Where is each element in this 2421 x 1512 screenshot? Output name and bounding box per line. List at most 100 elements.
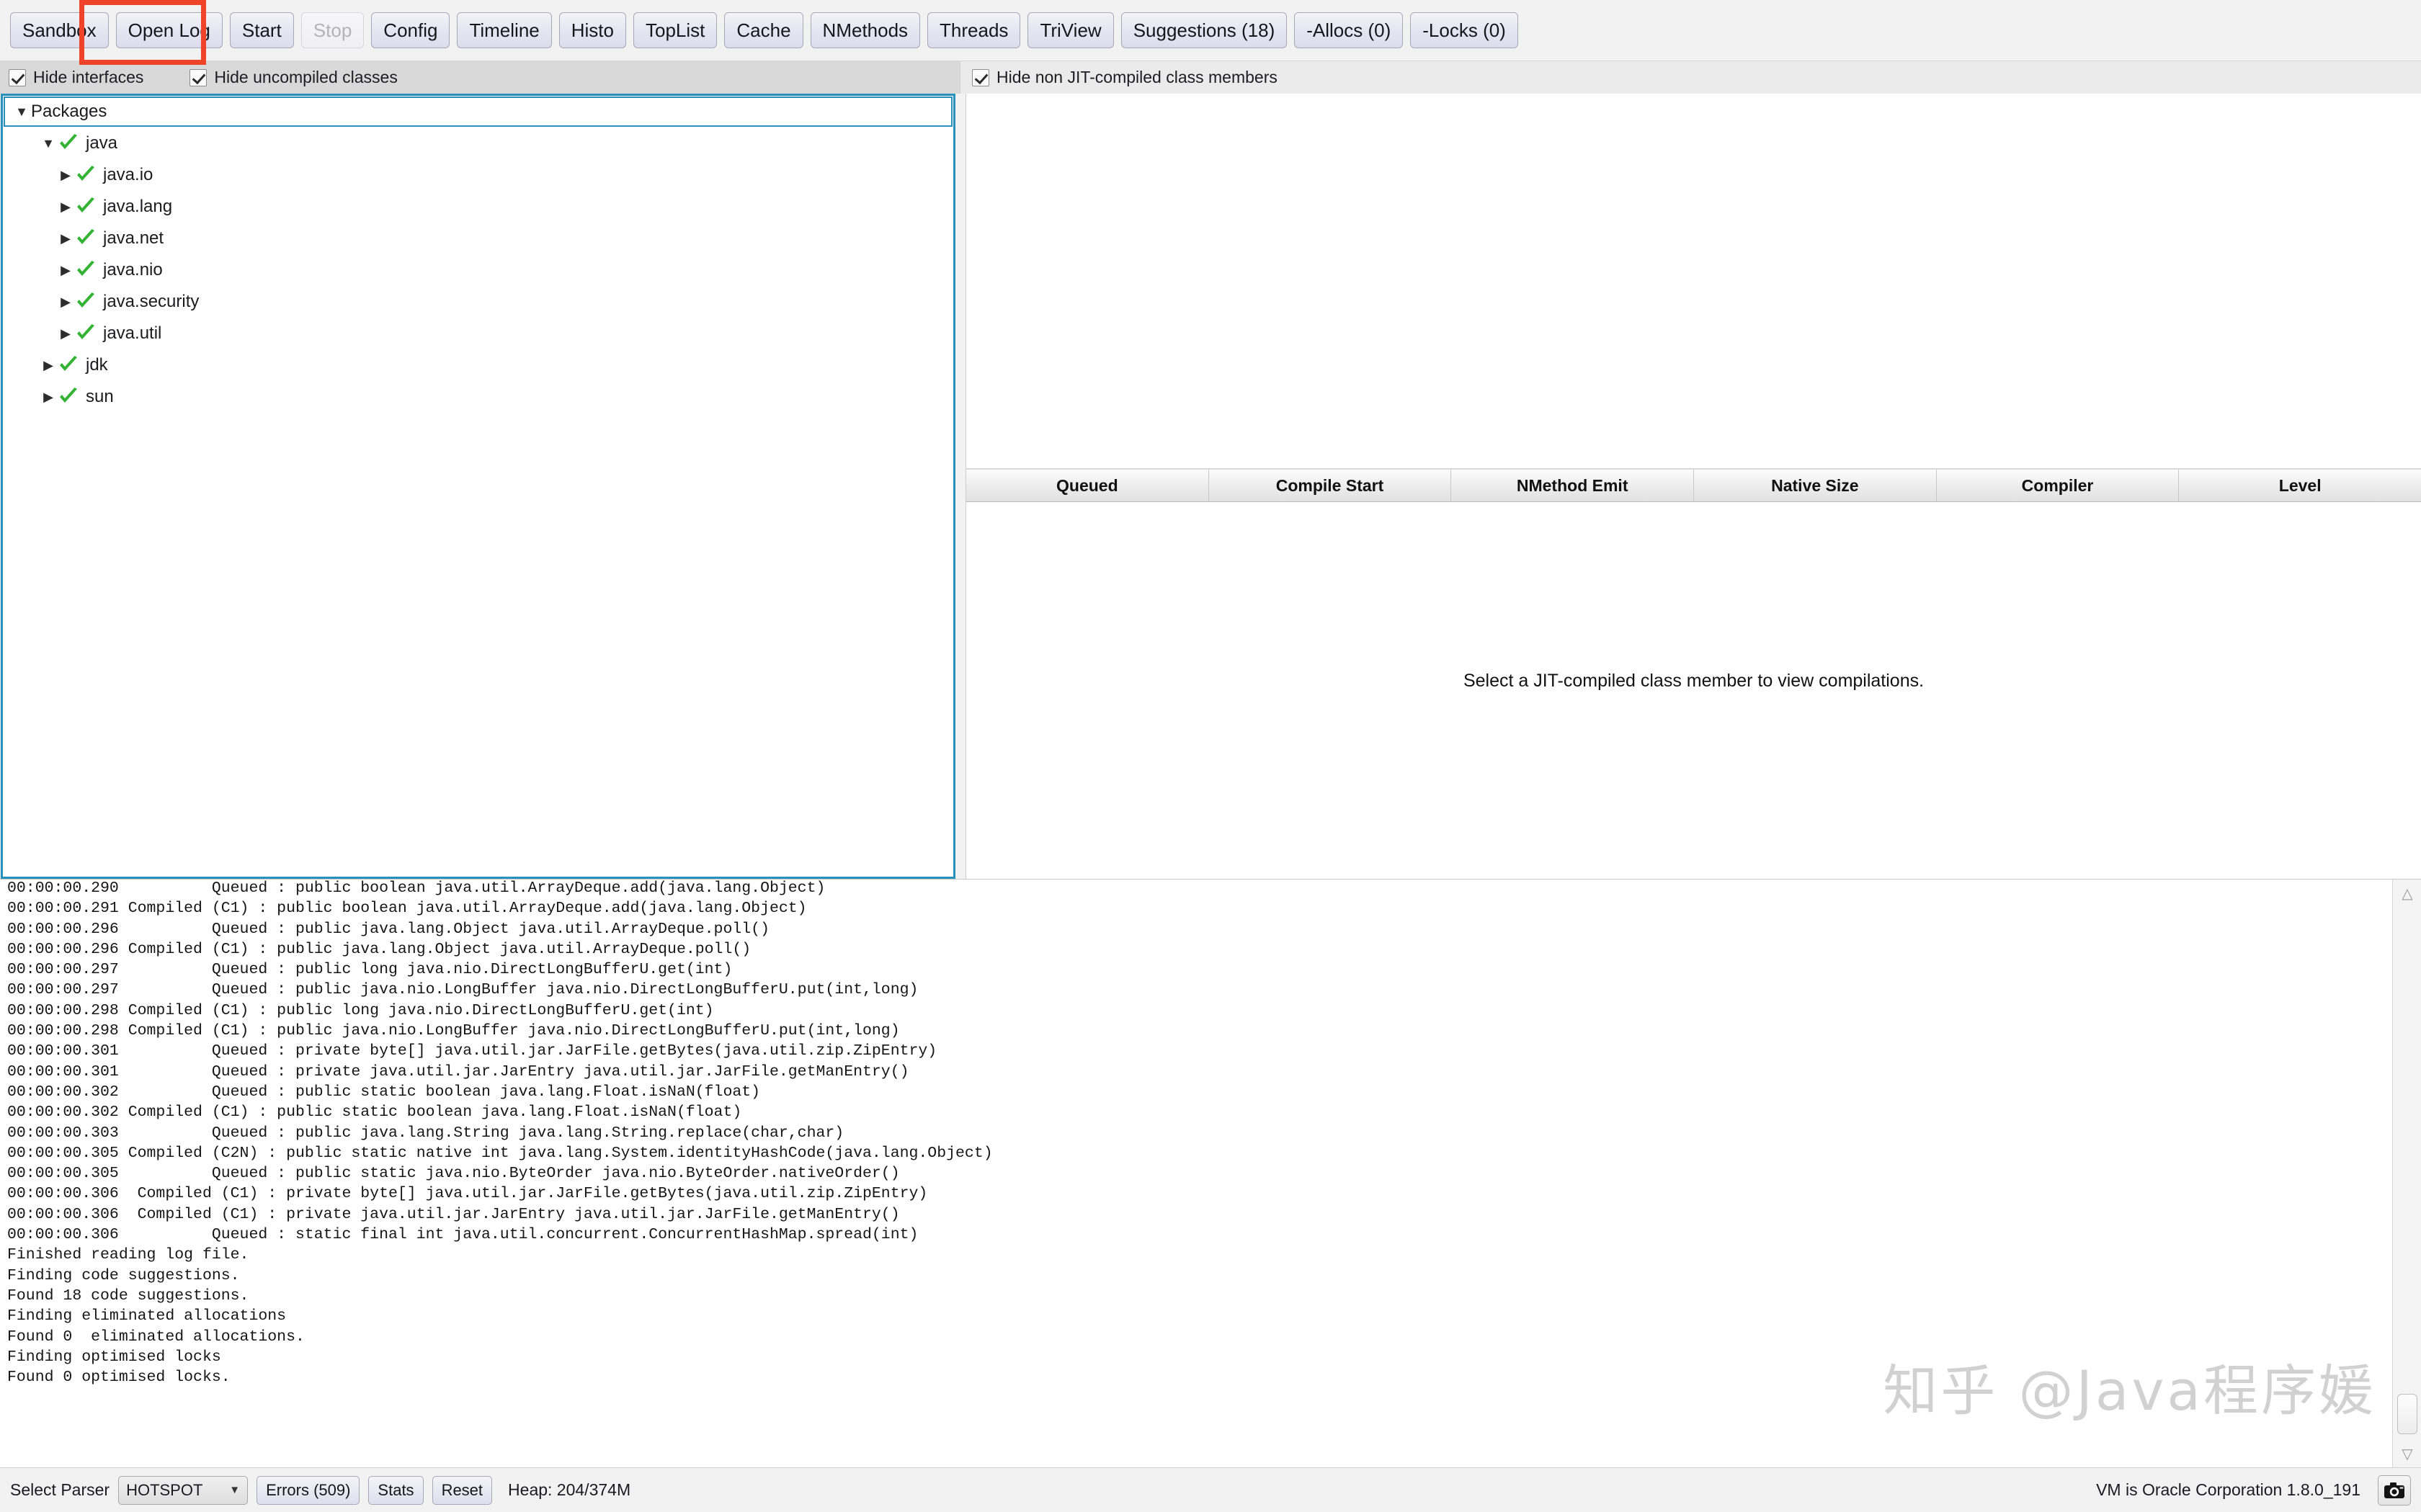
select-parser-label: Select Parser <box>10 1480 110 1499</box>
chevron-down-icon: ▼ <box>229 1484 241 1496</box>
log-line: 00:00:00.303 Queued : public java.lang.S… <box>7 1124 844 1142</box>
tree-node-label: sun <box>86 387 114 406</box>
log-line: Finished reading log file. <box>7 1246 249 1264</box>
green-check-icon <box>58 356 79 375</box>
heap-usage-label: Heap: 204/374M <box>508 1480 631 1499</box>
log-line: Finding code suggestions. <box>7 1266 240 1284</box>
toolbar-button-open-log[interactable]: Open Log <box>115 12 223 48</box>
tree-node-java[interactable]: ▼ java <box>3 128 953 159</box>
toolbar-button-timeline[interactable]: Timeline <box>457 12 552 48</box>
tree-node-label: java.net <box>103 228 164 248</box>
compilations-table: Queued Compile Start NMethod Emit Native Si… <box>966 469 2421 879</box>
log-line: 00:00:00.301 Queued : private java.util.… <box>7 1063 909 1081</box>
toolbar-button-toplist[interactable]: TopList <box>633 12 718 48</box>
checkbox-hide-uncompiled-classes-box[interactable] <box>190 68 208 86</box>
parser-select[interactable]: HOTSPOT ▼ <box>118 1475 249 1505</box>
right-panel: Queued Compile Start NMethod Emit Native Si… <box>966 94 2421 879</box>
toolbar-button-threads[interactable]: Threads <box>927 12 1021 48</box>
toolbar-button-suggestions-18[interactable]: Suggestions (18) <box>1120 12 1288 48</box>
compilations-table-body: Select a JIT-compiled class member to vi… <box>966 502 2421 879</box>
chevron-down-icon[interactable]: ▼ <box>12 105 31 118</box>
tree-node-java-nio[interactable]: ▶ java.nio <box>3 254 953 286</box>
chevron-right-icon[interactable]: ▶ <box>56 264 75 277</box>
tree-node-sun[interactable]: ▶ sun <box>3 381 953 413</box>
checkbox-hide-interfaces-box[interactable] <box>9 68 26 86</box>
chevron-right-icon[interactable]: ▶ <box>39 390 58 403</box>
column-header-queued[interactable]: Queued <box>966 470 1209 501</box>
scroll-down-arrow-icon[interactable]: ▽ <box>2393 1440 2421 1467</box>
chevron-right-icon[interactable]: ▶ <box>56 232 75 245</box>
column-header-native-size[interactable]: Native Size <box>1694 470 1937 501</box>
toolbar-button-histo[interactable]: Histo <box>558 12 626 48</box>
green-check-icon <box>75 324 97 343</box>
log-line: 00:00:00.296 Compiled (C1) : public java… <box>7 940 752 958</box>
toolbar-button-config[interactable]: Config <box>371 12 450 48</box>
log-line: Finding eliminated allocations <box>7 1307 287 1325</box>
toolbar-button-sandbox[interactable]: Sandbox <box>10 12 109 48</box>
horizontal-splitter[interactable] <box>955 94 966 879</box>
log-scrollbar-thumb[interactable] <box>2397 1394 2417 1434</box>
log-output-panel[interactable]: 00:00:00.290 Compiled (C1) : public java… <box>0 879 2421 1467</box>
column-header-level[interactable]: Level <box>2179 470 2421 501</box>
log-line: 00:00:00.306 Compiled (C1) : private byt… <box>7 1185 928 1203</box>
green-check-icon <box>75 229 97 248</box>
green-check-icon <box>58 388 79 406</box>
tree-node-label: java <box>86 133 118 153</box>
checkbox-hide-non-jit-members-label: Hide non JIT-compiled class members <box>997 68 1278 86</box>
log-output-text: 00:00:00.290 Compiled (C1) : public java… <box>0 880 2392 1467</box>
middle-region: ▼ Packages ▼ java ▶ java.io ▶ java.lang ▶ java.ne… <box>0 94 2421 879</box>
toolbar-button-allocs-0[interactable]: -Allocs (0) <box>1294 12 1404 48</box>
class-members-list[interactable] <box>966 94 2421 469</box>
green-check-icon <box>75 292 97 311</box>
reset-button[interactable]: Reset <box>432 1475 493 1505</box>
tree-node-java-net[interactable]: ▶ java.net <box>3 223 953 254</box>
checkbox-hide-non-jit-members[interactable]: Hide non JIT-compiled class members <box>972 68 1278 87</box>
chevron-right-icon[interactable]: ▶ <box>39 359 58 372</box>
tree-node-label: java.lang <box>103 197 173 216</box>
column-header-compiler[interactable]: Compiler <box>1936 470 2180 501</box>
log-line: 00:00:00.297 Queued : public java.nio.Lo… <box>7 981 919 999</box>
toolbar-button-nmethods[interactable]: NMethods <box>810 12 921 48</box>
tree-filter-group: Hide interfaces Hide uncompiled classes <box>0 61 960 94</box>
camera-icon[interactable] <box>2378 1475 2411 1506</box>
tree-node-label: java.util <box>103 323 162 343</box>
log-line: 00:00:00.305 Queued : public static java… <box>7 1165 900 1183</box>
chevron-right-icon[interactable]: ▶ <box>56 200 75 213</box>
log-line: 00:00:00.302 Queued : public static bool… <box>7 1083 761 1101</box>
checkbox-hide-interfaces-label: Hide interfaces <box>33 68 144 86</box>
log-line: Found 18 code suggestions. <box>7 1287 249 1305</box>
toolbar-button-cache[interactable]: Cache <box>724 12 803 48</box>
toolbar-button-start[interactable]: Start <box>229 12 294 48</box>
tree-node-java-security[interactable]: ▶ java.security <box>3 286 953 318</box>
column-header-compile-start[interactable]: Compile Start <box>1208 470 1452 501</box>
log-line: 00:00:00.291 Compiled (C1) : public bool… <box>7 900 807 918</box>
chevron-right-icon[interactable]: ▶ <box>56 295 75 308</box>
tree-node-java-lang[interactable]: ▶ java.lang <box>3 191 953 223</box>
tree-node-jdk[interactable]: ▶ jdk <box>3 349 953 381</box>
tree-node-java-util[interactable]: ▶ java.util <box>3 318 953 349</box>
checkbox-hide-non-jit-members-box[interactable] <box>972 68 989 86</box>
compilations-table-header: Queued Compile Start NMethod Emit Native Si… <box>966 469 2421 502</box>
stats-button[interactable]: Stats <box>368 1475 424 1505</box>
toolbar-button-locks-0[interactable]: -Locks (0) <box>1410 12 1518 48</box>
log-line: 00:00:00.298 Compiled (C1) : public java… <box>7 1022 900 1040</box>
log-line: 00:00:00.298 Compiled (C1) : public long… <box>7 1001 714 1019</box>
chevron-right-icon[interactable]: ▶ <box>56 169 75 182</box>
errors-button[interactable]: Errors (509) <box>257 1475 360 1505</box>
column-header-nmethod-emit[interactable]: NMethod Emit <box>1451 470 1695 501</box>
tree-node-label: java.io <box>103 165 153 184</box>
tree-node-packages[interactable]: ▼ Packages <box>4 97 953 127</box>
log-vertical-scrollbar[interactable]: △ ▽ <box>2392 880 2421 1467</box>
checkbox-hide-interfaces[interactable]: Hide interfaces <box>9 68 143 87</box>
tree-node-label: jdk <box>86 355 108 375</box>
package-tree-panel[interactable]: ▼ Packages ▼ java ▶ java.io ▶ java.lang ▶ java.ne… <box>1 94 955 879</box>
scroll-up-arrow-icon[interactable]: △ <box>2393 880 2421 907</box>
chevron-down-icon[interactable]: ▼ <box>39 137 58 150</box>
filter-bar: Hide interfaces Hide uncompiled classes … <box>0 61 2421 94</box>
tree-node-java-io[interactable]: ▶ java.io <box>3 159 953 191</box>
log-line: 00:00:00.306 Queued : static final int j… <box>7 1226 919 1244</box>
log-line: 00:00:00.305 Compiled (C2N) : public sta… <box>7 1144 993 1162</box>
checkbox-hide-uncompiled-classes[interactable]: Hide uncompiled classes <box>190 68 398 87</box>
toolbar-button-triview[interactable]: TriView <box>1027 12 1114 48</box>
chevron-right-icon[interactable]: ▶ <box>56 327 75 340</box>
